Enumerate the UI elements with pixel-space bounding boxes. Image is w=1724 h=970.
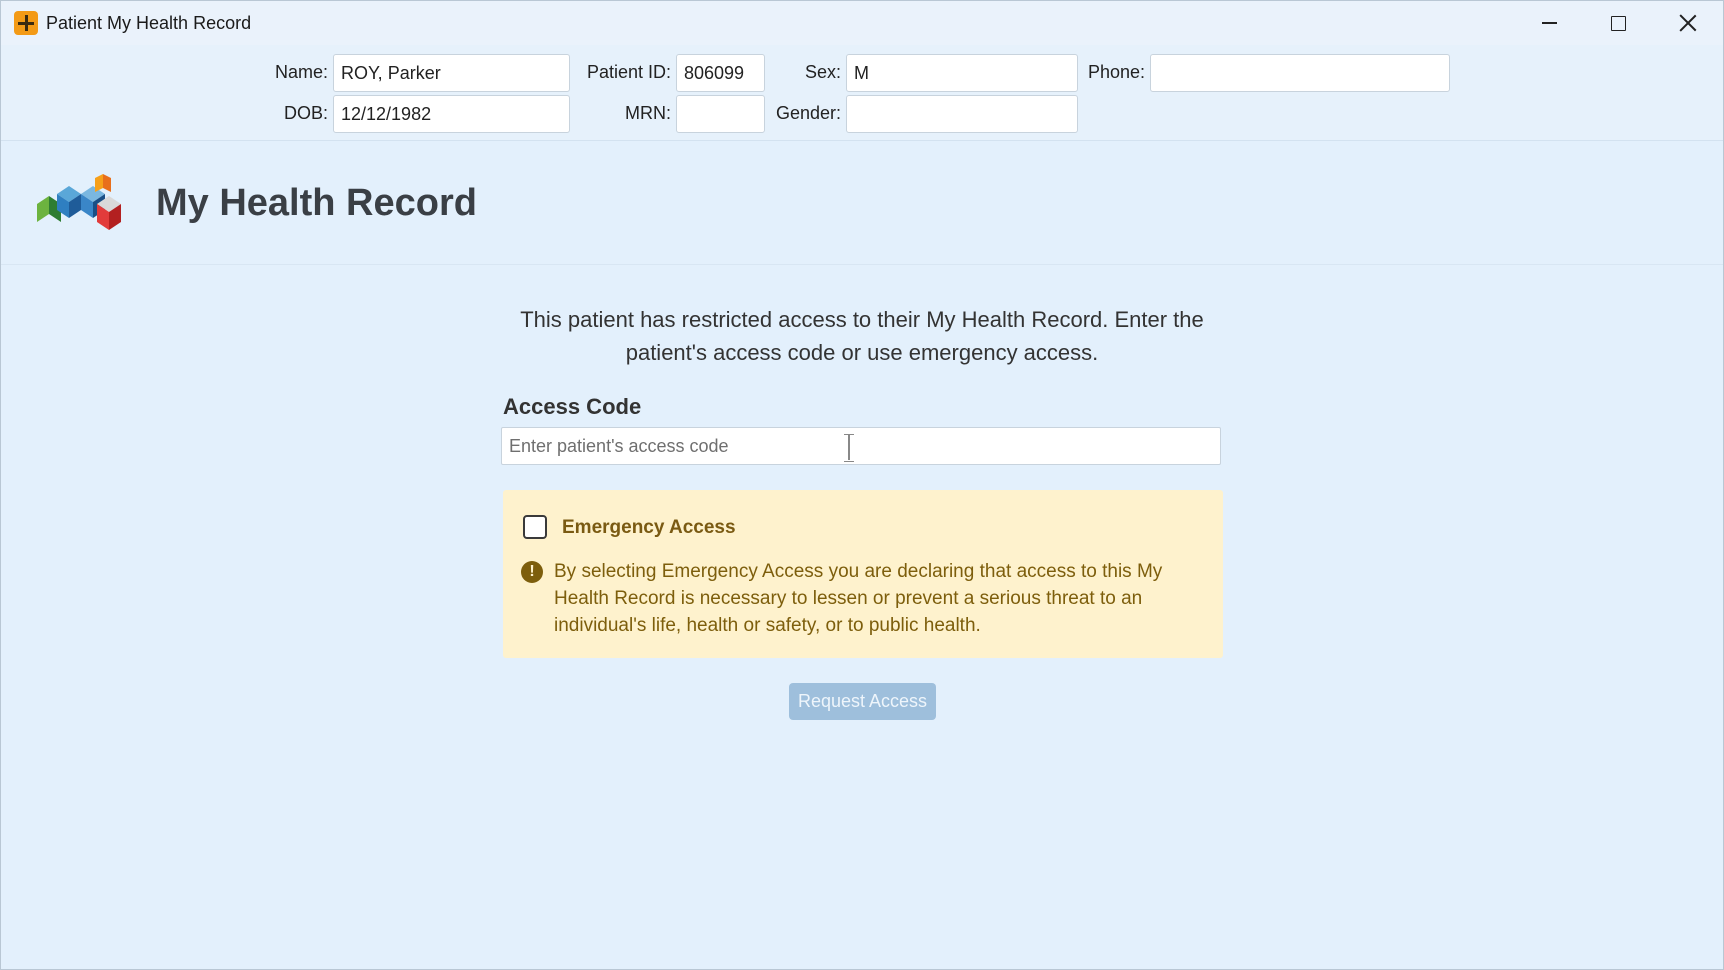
- gender-field[interactable]: [846, 95, 1078, 133]
- exclamation-circle-icon: !: [521, 561, 543, 583]
- emergency-access-panel: Emergency Access ! By selecting Emergenc…: [503, 490, 1223, 658]
- patient-header: Name: DOB: Patient ID: MRN: Sex: Gender:…: [1, 45, 1723, 141]
- mrn-field[interactable]: [676, 95, 765, 133]
- sex-label: Sex:: [804, 62, 841, 82]
- minimize-icon: [1541, 22, 1557, 24]
- maximize-icon: [1610, 15, 1626, 31]
- app-window: Patient My Health Record Name: DOB: Pati…: [0, 0, 1724, 970]
- request-access-button[interactable]: Request Access: [789, 683, 936, 720]
- maximize-button[interactable]: [1583, 1, 1653, 45]
- patient-id-label: Patient ID:: [586, 62, 671, 82]
- close-button[interactable]: [1653, 1, 1723, 45]
- mrn-label: MRN:: [625, 103, 671, 123]
- brand-header: My Health Record: [1, 142, 1723, 265]
- gender-label: Gender:: [775, 103, 841, 123]
- window-title: Patient My Health Record: [46, 13, 252, 33]
- brand-title: My Health Record: [156, 182, 477, 224]
- name-field[interactable]: [333, 54, 570, 92]
- emergency-access-checkbox[interactable]: [523, 515, 547, 539]
- my-health-record-logo: [37, 174, 121, 230]
- name-label: Name:: [274, 62, 328, 82]
- emergency-warning-text: By selecting Emergency Access you are de…: [554, 561, 1163, 636]
- patient-id-field[interactable]: [676, 54, 765, 92]
- access-code-label: Access Code: [503, 394, 642, 419]
- dob-label: DOB:: [283, 103, 328, 123]
- phone-field[interactable]: [1150, 54, 1450, 92]
- dob-field[interactable]: [333, 95, 570, 133]
- title-bar[interactable]: Patient My Health Record: [1, 1, 1723, 45]
- access-code-input[interactable]: [501, 427, 1221, 465]
- ibeam-cursor-icon: [844, 434, 854, 462]
- restricted-access-message: This patient has restricted access to th…: [520, 307, 1204, 365]
- close-icon: [1679, 14, 1697, 32]
- minimize-button[interactable]: [1514, 1, 1584, 45]
- emergency-access-label[interactable]: Emergency Access: [562, 517, 736, 539]
- app-plus-icon: [14, 11, 38, 35]
- sex-field[interactable]: [846, 54, 1078, 92]
- phone-label: Phone:: [1087, 62, 1145, 82]
